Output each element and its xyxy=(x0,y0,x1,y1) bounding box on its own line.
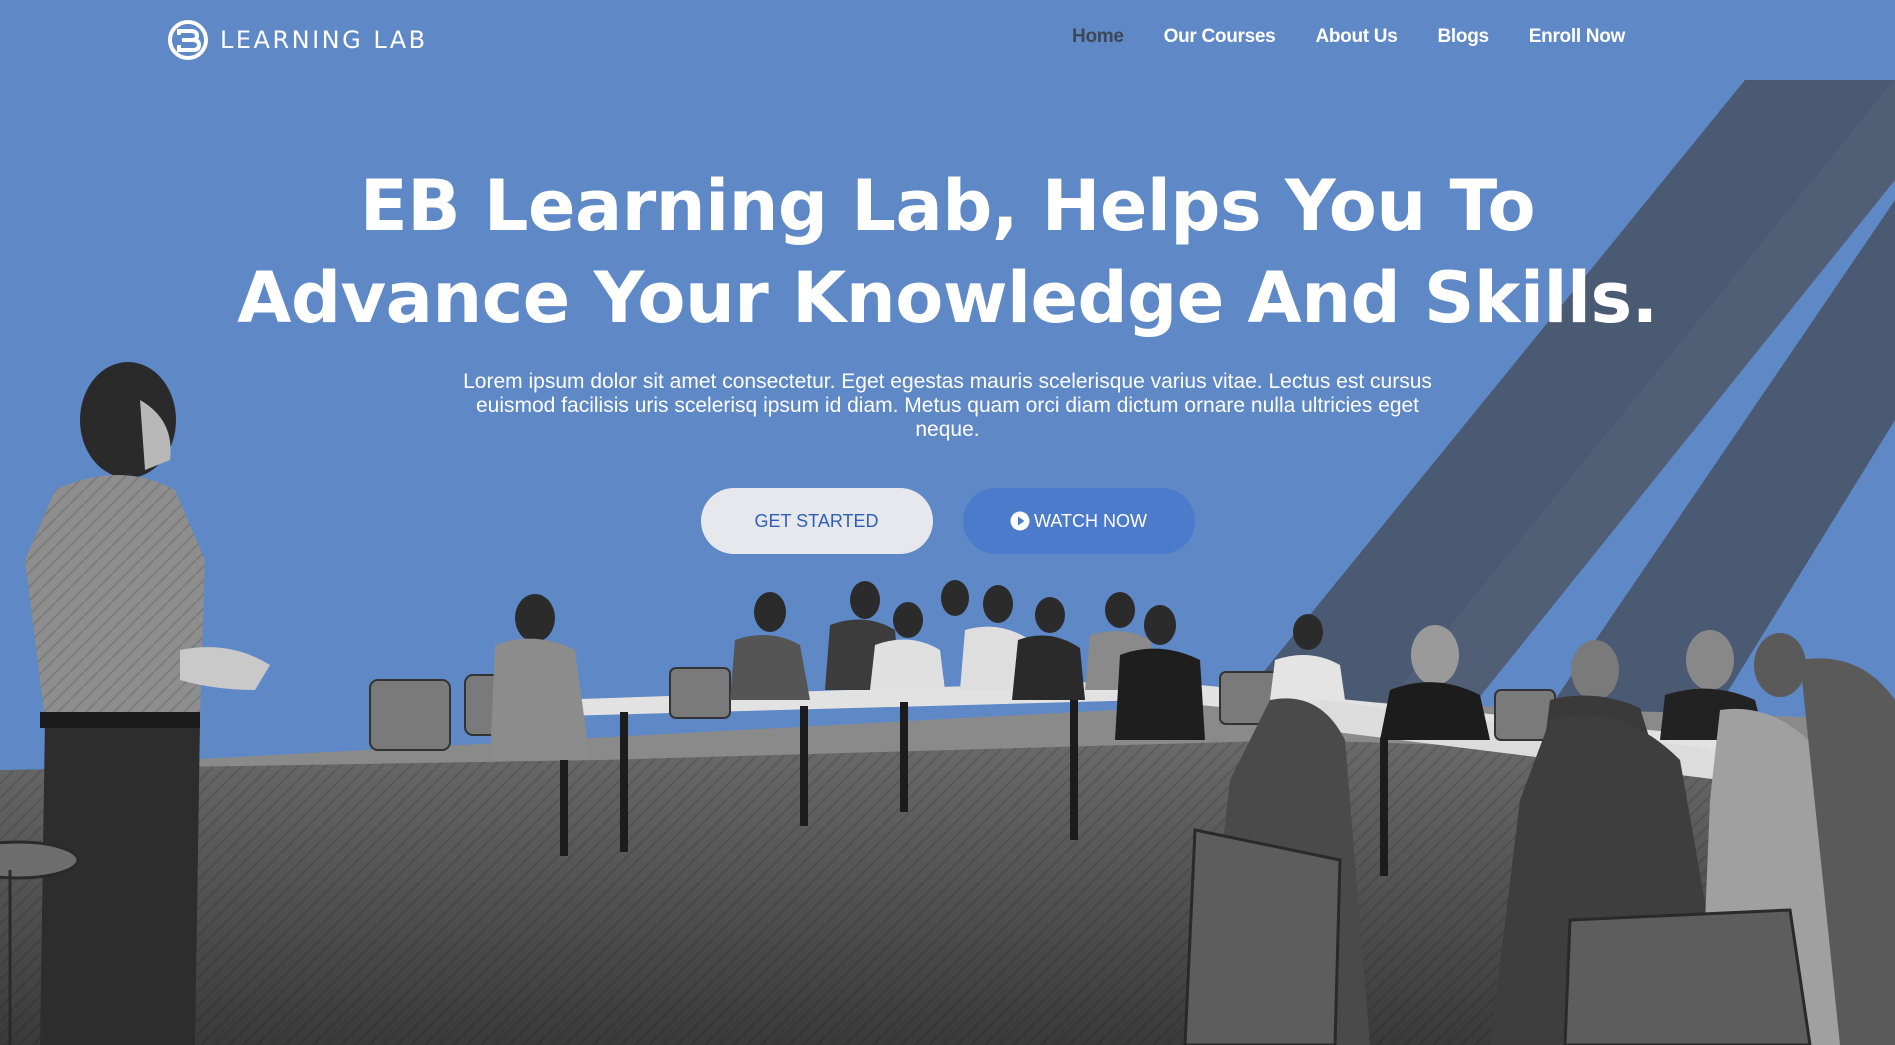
play-circle-icon xyxy=(1010,511,1030,531)
nav-item-about-us[interactable]: About Us xyxy=(1315,26,1397,48)
cta-buttons: GET STARTED WATCH NOW xyxy=(0,488,1895,554)
nav-item-blogs[interactable]: Blogs xyxy=(1437,26,1489,48)
main-nav: Home Our Courses About Us Blogs Enroll N… xyxy=(1072,26,1625,48)
nav-item-our-courses[interactable]: Our Courses xyxy=(1164,26,1276,48)
hero-title-line-1: EB Learning Lab, Helps You To xyxy=(359,165,1536,247)
nav-item-home[interactable]: Home xyxy=(1072,26,1124,48)
hero-title-line-2: Advance Your Knowledge And Skills. xyxy=(237,257,1658,339)
eb-logo-icon xyxy=(168,20,208,60)
watch-now-label: WATCH NOW xyxy=(1034,510,1147,531)
hero-title: EB Learning Lab, Helps You To Advance Yo… xyxy=(0,160,1895,344)
get-started-label: GET STARTED xyxy=(754,510,879,531)
brand-logo[interactable]: LEARNING LAB xyxy=(166,18,428,62)
get-started-button[interactable]: GET STARTED xyxy=(700,488,933,554)
nav-item-enroll-now[interactable]: Enroll Now xyxy=(1529,26,1626,48)
brand-name: LEARNING LAB xyxy=(220,26,428,54)
top-navbar: LEARNING LAB Home Our Courses About Us B… xyxy=(0,0,1895,80)
hero-section: EB Learning Lab, Helps You To Advance Yo… xyxy=(0,160,1895,554)
hero-description: Lorem ipsum dolor sit amet consectetur. … xyxy=(463,370,1432,441)
watch-now-button[interactable]: WATCH NOW xyxy=(962,488,1195,554)
